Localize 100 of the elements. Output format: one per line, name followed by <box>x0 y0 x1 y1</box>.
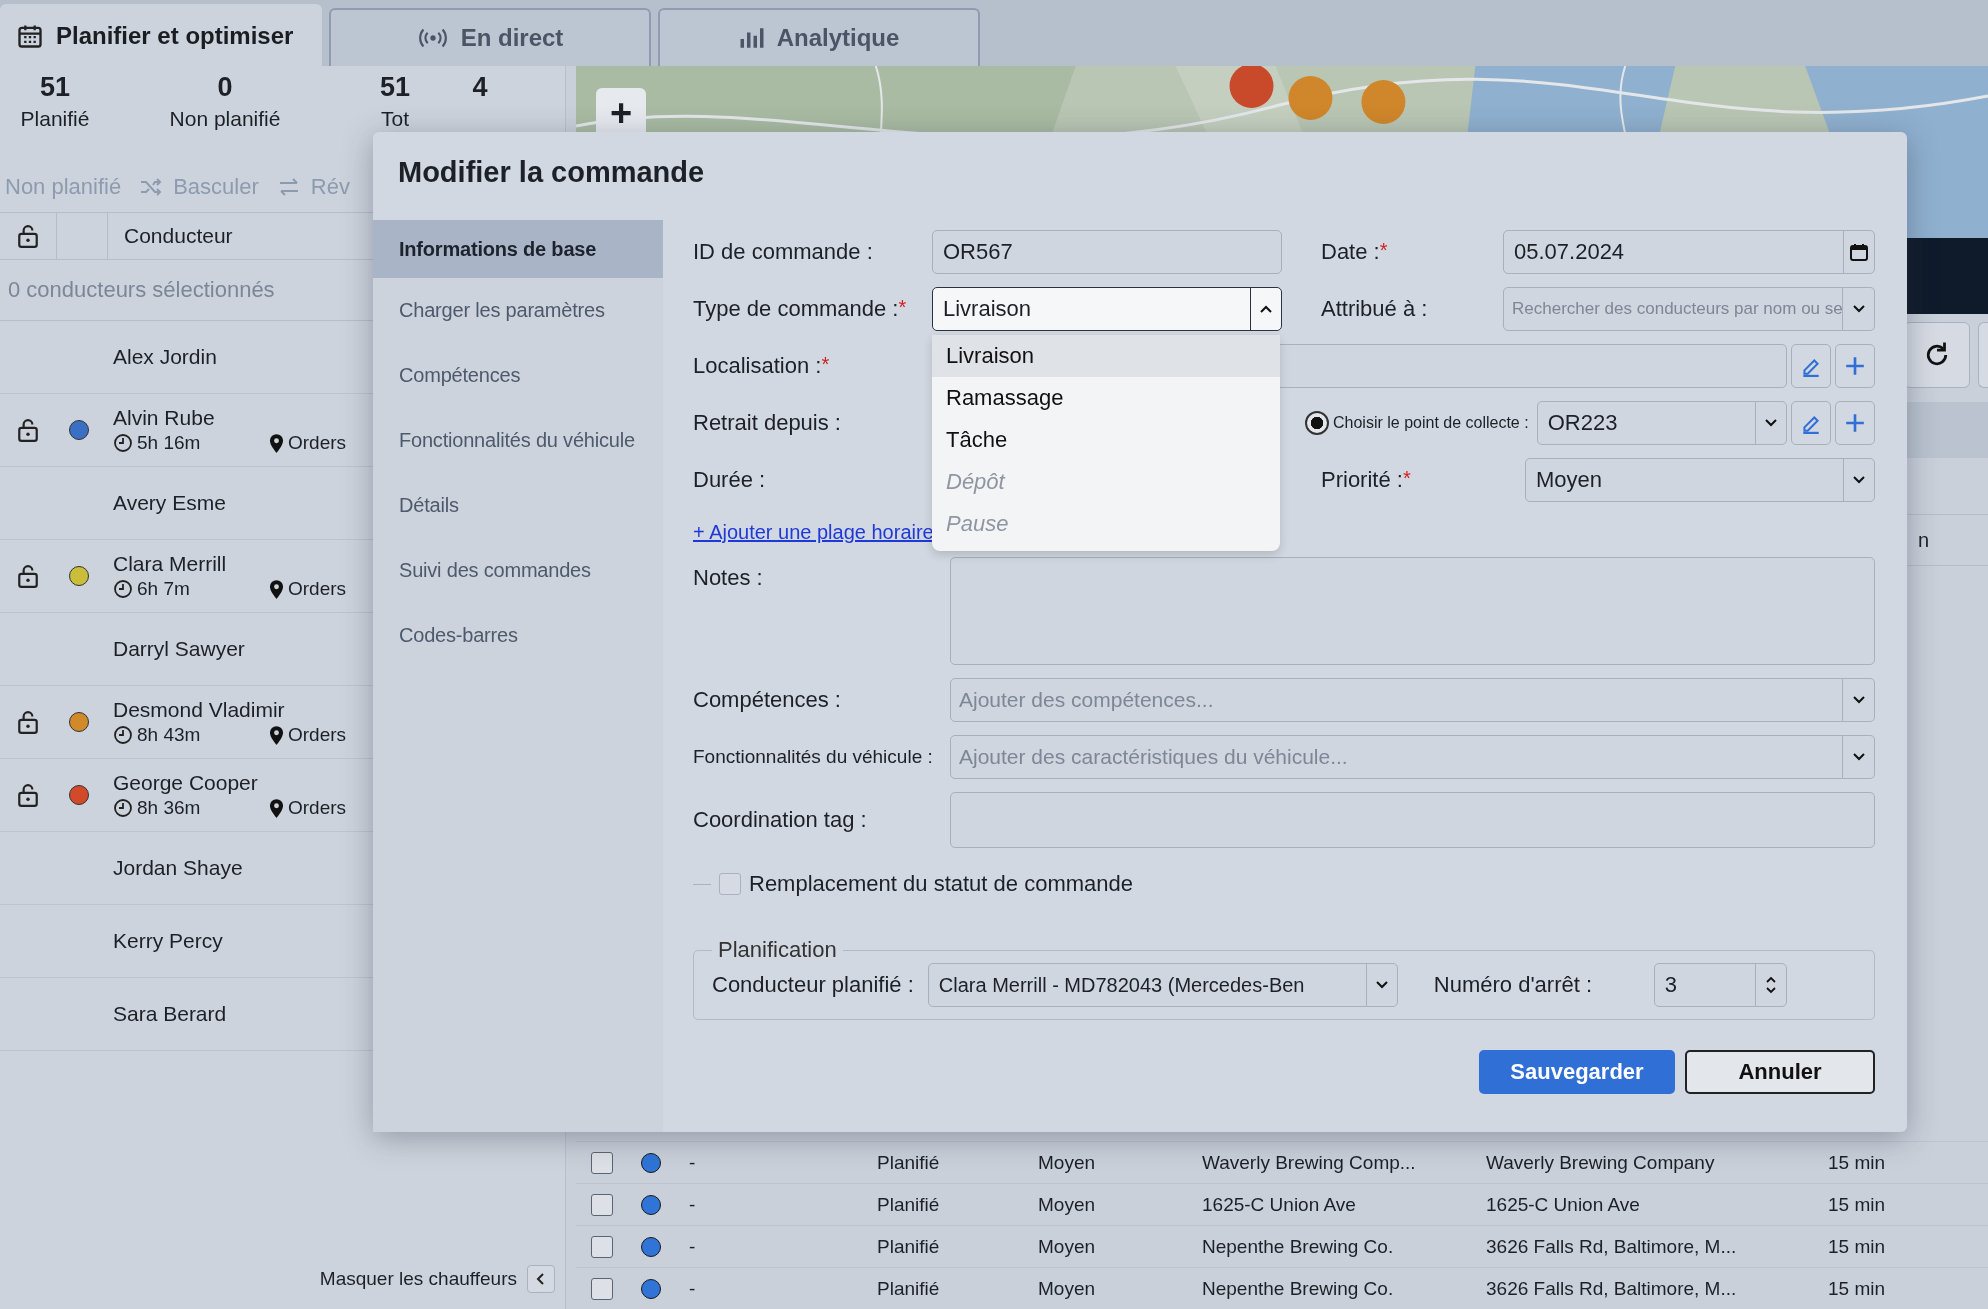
table-cell-text: Nepenthe Brewing Co. <box>1202 1235 1395 1258</box>
driver-name: Desmond Vladimir <box>113 698 286 722</box>
chevron-down-icon <box>1851 304 1866 314</box>
field-label: Attribué à : <box>1321 296 1429 322</box>
table-cell-text: - <box>689 1151 697 1174</box>
orders-link[interactable]: Orders <box>288 432 347 454</box>
order-type-select[interactable]: Livraison <box>932 287 1282 331</box>
assigned-driver-field[interactable]: Rechercher des conducteurs par nom ou se <box>1503 287 1843 331</box>
bar-chart-icon <box>738 26 765 50</box>
field-label: ID de commande : <box>693 239 874 265</box>
edit-button[interactable] <box>1791 401 1831 445</box>
table-cell-text: Waverly Brewing Company <box>1486 1151 1716 1174</box>
add-button[interactable] <box>1835 401 1875 445</box>
notes-field[interactable] <box>950 557 1875 665</box>
stop-number-field[interactable]: 3 <box>1653 963 1787 1007</box>
route-duration: 5h 16m <box>137 432 202 454</box>
tab[interactable]: En direct <box>329 8 651 66</box>
tab[interactable]: Analytique <box>658 8 980 66</box>
table-cell-text: Nepenthe Brewing Co. <box>1202 1277 1395 1300</box>
chevron-left-icon <box>536 1272 546 1286</box>
field-label: Durée : <box>693 467 767 493</box>
plus-icon <box>1844 355 1866 377</box>
table-cell-text: Planifié <box>877 1193 941 1216</box>
stat-value: 4 <box>472 72 488 103</box>
driver-name: Jordan Shaye <box>113 856 243 880</box>
skills-field[interactable]: Ajouter des compétences... <box>950 678 1843 722</box>
chevron-down-icon <box>1851 695 1866 705</box>
padlock-icon <box>17 783 39 807</box>
route-duration: 8h 36m <box>137 797 202 819</box>
edit-button[interactable] <box>1791 344 1831 388</box>
driver-name: Alex Jordin <box>113 345 217 369</box>
save-button[interactable]: Sauvegarder <box>1479 1050 1675 1094</box>
field-label: Localisation :* <box>693 353 831 379</box>
dialog-title: Modifier la commande <box>397 155 706 190</box>
dropdown-option[interactable]: Tâche <box>932 419 1280 461</box>
stat-value: 51 <box>379 72 410 103</box>
field-label: Compétences : <box>693 687 842 713</box>
checkbox[interactable] <box>719 873 741 895</box>
padlock-icon <box>17 710 39 734</box>
route-duration: 8h 43m <box>137 724 202 746</box>
driver-name: Kerry Percy <box>113 929 223 953</box>
add-button[interactable] <box>1835 344 1875 388</box>
dropdown-option[interactable]: Ramassage <box>932 377 1280 419</box>
orders-link[interactable]: Orders <box>288 724 347 746</box>
dropdown-button[interactable] <box>1843 287 1875 331</box>
row-checkbox[interactable] <box>591 1235 613 1258</box>
order-id-field[interactable]: OR567 <box>932 230 1282 274</box>
stat-value: 51 <box>39 72 70 103</box>
cancel-button[interactable]: Annuler <box>1685 1050 1875 1094</box>
planned-driver-select[interactable]: Clara Merrill - MD782043 (Mercedes-Ben <box>927 963 1398 1007</box>
radio-label: Choisir le point de collecte : <box>1333 414 1529 432</box>
pickup-point-select[interactable]: OR223 <box>1536 401 1787 445</box>
add-time-window-link[interactable]: + Ajouter une plage horaire <box>693 521 934 544</box>
driver-name: Avery Esme <box>113 491 226 515</box>
clock-icon <box>113 579 133 599</box>
table-cell-text: 15 min <box>1828 1193 1887 1216</box>
collapse-button[interactable] <box>527 1265 555 1293</box>
chevron-up-icon <box>1259 304 1273 314</box>
column-header: n <box>1918 528 1931 552</box>
priority-select[interactable]: Moyen <box>1525 458 1875 502</box>
tab[interactable]: Planifier et optimiser <box>0 4 322 66</box>
chevron-down-icon <box>1764 418 1778 428</box>
row-checkbox[interactable] <box>591 1151 613 1174</box>
table-cell-text: Moyen <box>1038 1277 1097 1300</box>
clock-icon <box>113 725 133 745</box>
refresh-button[interactable] <box>1904 322 1970 388</box>
coordination-tag-field[interactable] <box>950 792 1875 848</box>
driver-name: Sara Berard <box>113 1002 227 1026</box>
pin-icon <box>269 797 284 819</box>
plus-icon <box>1844 412 1866 434</box>
dropdown-button[interactable] <box>1843 678 1875 722</box>
table-cell-text: - <box>689 1235 697 1258</box>
stat-label: Planifié <box>20 107 90 131</box>
table-cell-text: - <box>689 1193 697 1216</box>
date-field[interactable]: 05.07.2024 <box>1503 230 1875 274</box>
padlock-icon <box>17 418 39 442</box>
pin-icon <box>269 724 284 746</box>
dropdown-option[interactable]: Livraison <box>932 335 1280 377</box>
field-label: Retrait depuis : <box>693 410 842 436</box>
radio-button[interactable] <box>1305 411 1329 435</box>
driver-name: Darryl Sawyer <box>113 637 245 661</box>
nav-item[interactable]: Informations de base <box>373 220 663 278</box>
row-checkbox[interactable] <box>591 1193 613 1216</box>
chevron-down-icon <box>1852 475 1866 485</box>
orders-link[interactable]: Orders <box>288 797 347 819</box>
hide-drivers-label: Masquer les chauffeurs <box>319 1268 517 1290</box>
row-checkbox[interactable] <box>591 1277 613 1300</box>
route-duration: 6h 7m <box>137 578 191 600</box>
field-label: Notes : <box>693 564 764 591</box>
orders-link[interactable]: Orders <box>288 578 347 600</box>
clock-icon <box>113 433 133 453</box>
dropdown-button[interactable] <box>1843 735 1875 779</box>
table-cell-text: Moyen <box>1038 1151 1097 1174</box>
driver-name: George Cooper <box>113 771 259 795</box>
padlock-icon <box>17 224 39 248</box>
table-cell-text: Moyen <box>1038 1193 1097 1216</box>
pin-icon <box>269 432 284 454</box>
table-cell-text: Waverly Brewing Comp... <box>1202 1151 1417 1174</box>
vehicle-features-field[interactable]: Ajouter des caractéristiques du véhicule... <box>950 735 1843 779</box>
chevron-down-icon <box>1851 752 1866 762</box>
